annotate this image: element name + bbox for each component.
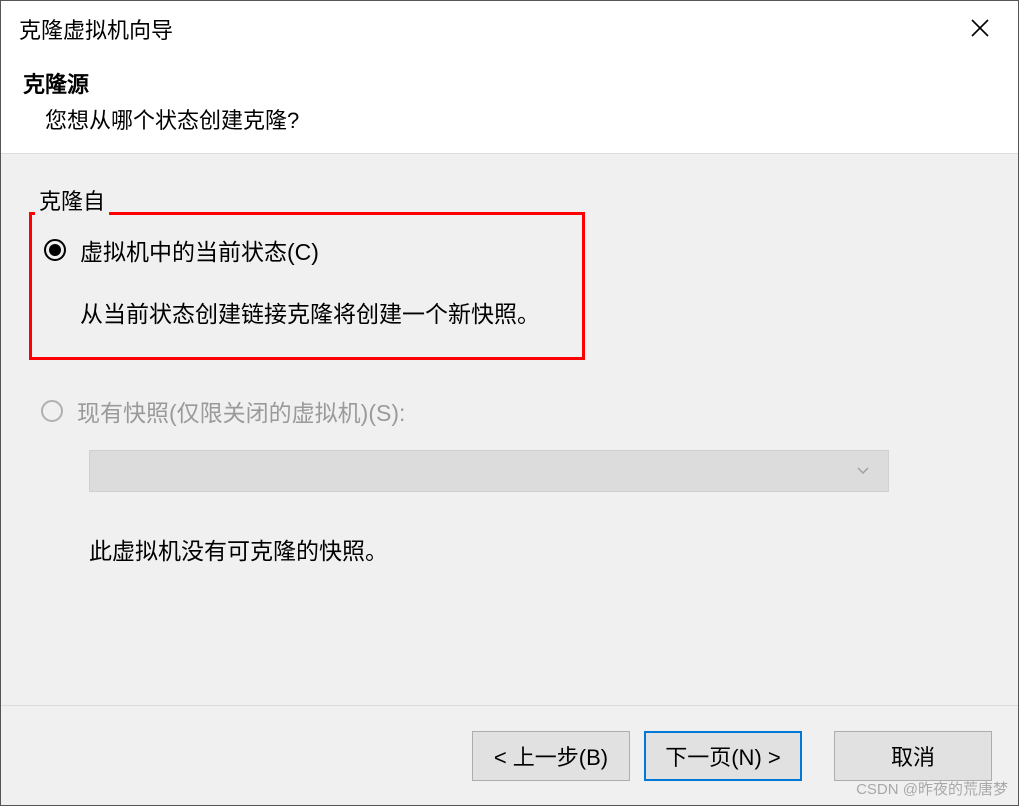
radio-current-state[interactable]: 虚拟机中的当前状态(C): [44, 233, 564, 267]
cancel-button[interactable]: 取消: [834, 731, 992, 781]
radio-existing-snapshot: 现有快照(仅限关闭的虚拟机)(S):: [41, 394, 990, 428]
clone-from-group: 克隆自 虚拟机中的当前状态(C) 从当前状态创建链接克隆将创建一个新快照。 现有…: [29, 184, 990, 566]
cancel-button-label: 取消: [891, 740, 935, 772]
highlighted-option: 虚拟机中的当前状态(C) 从当前状态创建链接克隆将创建一个新快照。: [29, 212, 585, 360]
titlebar: 克隆虚拟机向导: [1, 1, 1018, 57]
window-title: 克隆虚拟机向导: [19, 13, 173, 45]
wizard-step-title: 克隆源: [23, 67, 996, 99]
radio-existing-snapshot-label: 现有快照(仅限关闭的虚拟机)(S):: [77, 394, 405, 428]
radio-existing-snapshot-container: 现有快照(仅限关闭的虚拟机)(S): 此虚拟机没有可克隆的快照。: [29, 394, 990, 566]
clone-wizard-dialog: 克隆虚拟机向导 克隆源 您想从哪个状态创建克隆? 克隆自 虚拟机中的当前状态(C…: [0, 0, 1019, 806]
snapshot-dropdown: [89, 450, 889, 492]
button-bar: < 上一步(B) 下一页(N) > 取消: [1, 705, 1018, 805]
next-button-label: 下一页(N) >: [665, 740, 781, 772]
radio-icon: [44, 239, 66, 261]
radio-current-state-desc: 从当前状态创建链接克隆将创建一个新快照。: [80, 295, 564, 329]
group-legend: 克隆自: [35, 184, 109, 216]
close-icon[interactable]: [960, 11, 1000, 47]
radio-current-state-label: 虚拟机中的当前状态(C): [80, 233, 319, 267]
back-button[interactable]: < 上一步(B): [472, 731, 630, 781]
wizard-step-subtitle: 您想从哪个状态创建克隆?: [45, 103, 996, 135]
radio-icon: [41, 400, 63, 422]
chevron-down-icon: [856, 463, 870, 479]
no-snapshot-message: 此虚拟机没有可克隆的快照。: [89, 532, 990, 566]
content-area: 克隆自 虚拟机中的当前状态(C) 从当前状态创建链接克隆将创建一个新快照。 现有…: [1, 154, 1018, 705]
next-button[interactable]: 下一页(N) >: [644, 731, 802, 781]
back-button-label: < 上一步(B): [494, 740, 608, 772]
wizard-header: 克隆源 您想从哪个状态创建克隆?: [1, 57, 1018, 154]
